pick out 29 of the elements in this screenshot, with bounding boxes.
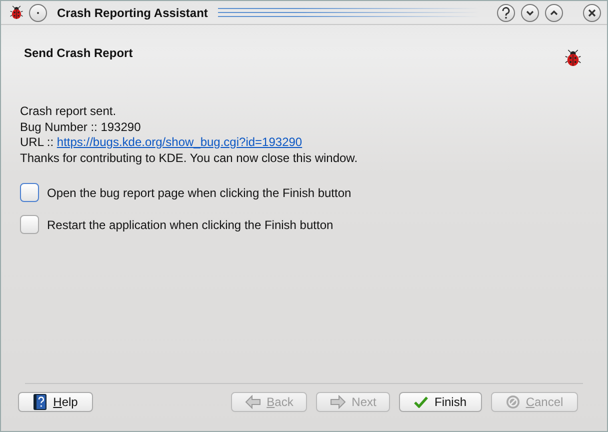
checkbox[interactable] — [20, 183, 39, 202]
close-icon — [587, 8, 597, 18]
left-arrow-icon — [244, 395, 261, 409]
help-button[interactable] — [497, 4, 515, 22]
question-icon — [501, 6, 511, 18]
help-button[interactable]: Help — [18, 392, 93, 412]
ladybug-icon — [565, 48, 581, 68]
bug-report-link[interactable]: https://bugs.kde.org/show_bug.cgi?id=193290 — [56, 135, 302, 149]
cancel-icon — [506, 395, 520, 409]
close-button[interactable] — [583, 4, 601, 22]
page-title: Send Crash Report — [24, 46, 133, 60]
right-arrow-icon — [330, 395, 346, 409]
checkbox-label: Open the bug report page when clicking the Finish button — [47, 186, 352, 200]
checkmark-icon — [414, 396, 428, 408]
window-title: Crash Reporting Assistant — [57, 6, 208, 20]
dot-icon — [36, 10, 40, 14]
ladybug-icon — [10, 5, 23, 20]
message-text: Bug Number :: 193290 — [20, 120, 142, 135]
window-menu-button[interactable] — [29, 4, 47, 22]
book-icon — [33, 394, 48, 410]
chevron-up-icon — [549, 8, 559, 18]
minimize-button[interactable] — [521, 4, 539, 22]
checkbox[interactable] — [20, 215, 39, 234]
message-text: Crash report sent. — [20, 104, 118, 120]
maximize-button[interactable] — [545, 4, 563, 22]
finish-button[interactable]: Finish — [399, 392, 482, 412]
message-text: Thanks for contributing to KDE. You can now close this window. — [20, 150, 359, 166]
checkbox-label: Restart the application when clicking the Finish button — [47, 218, 334, 232]
url-label: URL :: — [20, 135, 55, 149]
